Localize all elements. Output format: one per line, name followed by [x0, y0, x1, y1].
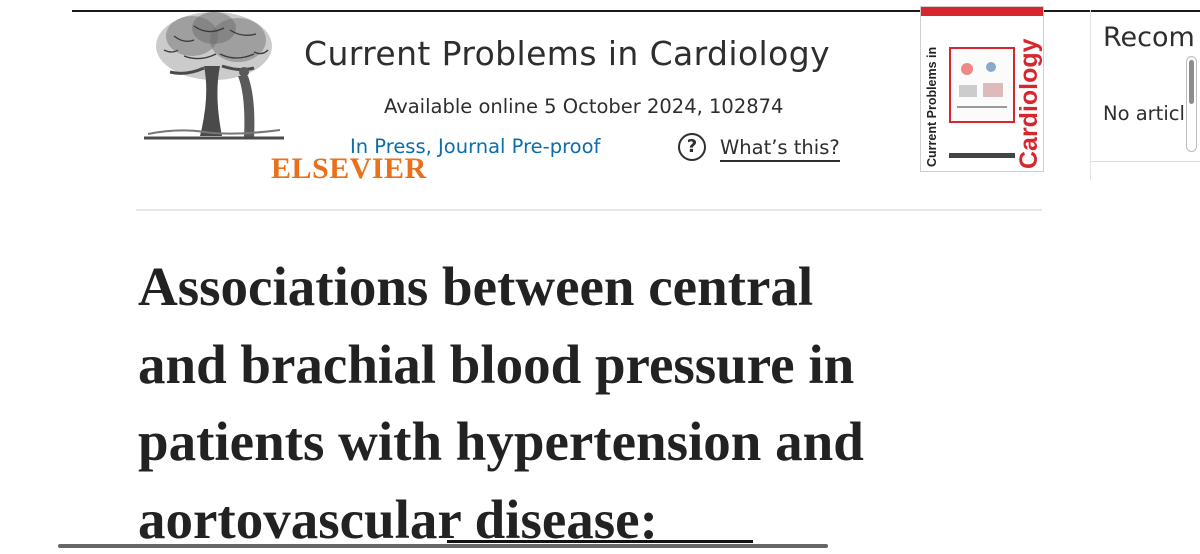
elsevier-tree-logo-icon[interactable]: ELSEVIER — [134, 6, 426, 185]
help-circle-icon[interactable]: ? — [678, 133, 706, 161]
text-underline-mark — [447, 540, 753, 543]
press-status-link[interactable]: In Press, Journal Pre-proof — [350, 135, 600, 158]
sidebar-scrollbar[interactable] — [1186, 56, 1197, 152]
sidebar-bottom-rule — [1090, 161, 1200, 162]
header-separator — [136, 209, 1042, 211]
journal-cover-image[interactable]: Current Problems in Cardiology — [920, 6, 1044, 172]
cover-artwork — [949, 47, 1015, 123]
whats-this-link[interactable]: What’s this? — [720, 135, 840, 162]
cover-red-band — [921, 7, 1043, 16]
no-articles-message: No articl — [1103, 102, 1185, 125]
horizontal-scroll-indicator[interactable] — [58, 544, 828, 548]
online-date: Available online 5 October 2024, 102874 — [384, 95, 784, 118]
article-title: Associations between central and brachia… — [138, 256, 864, 550]
recommended-articles-heading: Recom — [1103, 22, 1195, 53]
scrollbar-thumb[interactable] — [1189, 60, 1194, 104]
cover-footer-bar — [949, 153, 1015, 158]
cover-spine-text: Current Problems in — [925, 46, 939, 167]
journal-title-link[interactable]: Current Problems in Cardiology — [304, 34, 830, 73]
cover-title: Cardiology — [1015, 38, 1043, 169]
sidebar-divider — [1090, 10, 1091, 180]
